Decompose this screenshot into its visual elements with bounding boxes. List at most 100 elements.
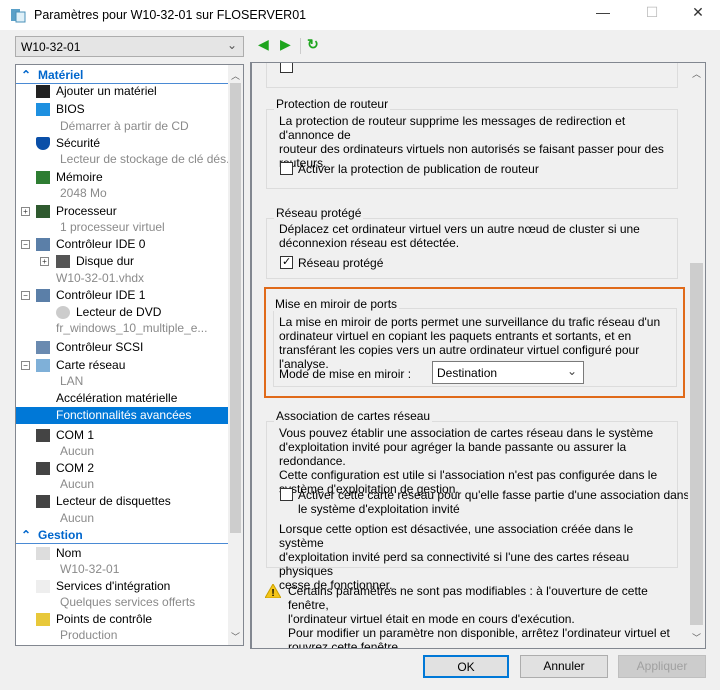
expand-icon[interactable]: +	[21, 207, 30, 216]
tree-item[interactable]: Lecteur de disquettes	[16, 493, 228, 510]
tree-item[interactable]: COM 1	[16, 427, 228, 444]
nic-teaming-checkbox[interactable]	[280, 488, 293, 501]
router-protection-checkbox[interactable]	[280, 162, 293, 175]
tree-item[interactable]: BIOS	[16, 101, 228, 118]
tree-item[interactable]: − Contrôleur IDE 1	[16, 287, 228, 304]
settings-window-icon	[11, 9, 26, 23]
tree-item[interactable]: Sécurité	[16, 135, 228, 152]
tree-item-label: W10-32-01	[60, 562, 120, 576]
shield-icon	[36, 137, 50, 150]
protected-network-checkbox-label[interactable]: Réseau protégé	[298, 256, 383, 270]
tree-item[interactable]: + Processeur	[16, 203, 228, 220]
tree-item[interactable]: Nom	[16, 545, 228, 562]
vm-selector-dropdown[interactable]: W10-32-01 ⌄	[15, 36, 244, 57]
warning-message: Certains paramètres ne sont pas modifiab…	[288, 584, 678, 648]
tree-section-header[interactable]: ⌃ Gestion	[16, 527, 228, 544]
minimize-button[interactable]: —	[588, 4, 618, 24]
collapse-icon[interactable]: ⌃	[21, 67, 31, 84]
text-line: Activer cette carte réseau pour qu'elle …	[298, 488, 690, 502]
tree-item-label: Points de contrôle	[56, 612, 153, 626]
chevron-down-icon: ⌄	[226, 38, 237, 52]
tree-item-label: Aucun	[60, 511, 95, 525]
tree-item[interactable]: Ajouter un matériel	[16, 83, 228, 100]
panel-scrollbar[interactable]: ︿ ﹀	[688, 63, 705, 648]
text-line: routeur des ordinateurs virtuels non aut…	[279, 142, 664, 156]
tree-item[interactable]: Contrôleur SCSI	[16, 339, 228, 356]
title-bar: Paramètres pour W10-32-01 sur FLOSERVER0…	[0, 0, 720, 30]
tree-item-label: Contrôleur SCSI	[56, 340, 144, 354]
tree-item[interactable]: Mémoire	[16, 169, 228, 186]
nic-teaming-checkbox-label[interactable]: Activer cette carte réseau pour qu'elle …	[298, 488, 689, 516]
router-protection-checkbox-label[interactable]: Activer la protection de publication de …	[298, 162, 539, 176]
tree-item[interactable]: − Contrôleur IDE 0	[16, 236, 228, 253]
svg-text:!: !	[271, 588, 274, 598]
partial-checkbox[interactable]	[280, 63, 293, 73]
collapse-icon[interactable]: −	[21, 291, 30, 300]
collapse-icon[interactable]: ⌃	[21, 527, 31, 544]
nic-teaming-note: Lorsque cette option est désactivée, une…	[279, 522, 669, 592]
scroll-down-icon[interactable]: ﹀	[228, 630, 243, 643]
tree-item-label: Matériel	[38, 68, 84, 82]
com-port-icon	[36, 429, 50, 442]
tree-item-label: Sécurité	[56, 136, 101, 150]
tree-item[interactable]: Accélération matérielle	[16, 390, 228, 407]
tree-item[interactable]: Points de contrôle	[16, 611, 228, 628]
tree-section-header[interactable]: ⌃ Matériel	[16, 67, 228, 84]
ok-button[interactable]: OK	[423, 655, 509, 678]
scroll-down-icon[interactable]: ﹀	[688, 631, 705, 644]
tree-item-detail: 1 processeur virtuel	[16, 219, 228, 236]
tree-item-label: Services d'intégration	[56, 579, 171, 593]
apply-button[interactable]: Appliquer	[618, 655, 706, 678]
tree-item-detail: Aucun	[16, 476, 228, 493]
tree-item-label: Ajouter un matériel	[56, 84, 157, 98]
protected-network-description: Déplacez cet ordinateur virtuel vers un …	[279, 222, 669, 250]
close-button[interactable]: ✕	[683, 4, 713, 24]
tree-item-label: LAN	[60, 374, 84, 388]
dvd-icon	[56, 306, 70, 319]
ide-controller-icon	[36, 238, 50, 251]
tree-scroll-thumb[interactable]	[230, 83, 241, 533]
protected-network-checkbox[interactable]	[280, 255, 293, 269]
tree-item-label: Lecteur de stockage de clé dés...	[60, 152, 237, 166]
com-port-icon	[36, 462, 50, 475]
scroll-up-icon[interactable]: ︿	[688, 67, 705, 80]
tree-item-detail: W10-32-01	[16, 561, 228, 578]
tree-item-detail: Lecteur de stockage de clé dés...	[16, 151, 236, 168]
tree-item-detail: Production	[16, 627, 228, 644]
tree-item[interactable]: Fonctionnalités avancées	[16, 407, 228, 424]
collapse-icon[interactable]: −	[21, 361, 30, 370]
scroll-up-icon[interactable]: ︿	[228, 69, 243, 82]
tree-item[interactable]: Services d'intégration	[16, 578, 228, 595]
collapse-icon[interactable]: −	[21, 240, 30, 249]
mirroring-mode-dropdown[interactable]: Destination ⌄	[432, 361, 584, 384]
vm-selector-value: W10-32-01	[21, 40, 81, 54]
tree-item[interactable]: − Carte réseau	[16, 357, 228, 374]
tree-item[interactable]: COM 2	[16, 460, 228, 477]
processor-icon	[36, 205, 50, 218]
tree-item-label: Carte réseau	[56, 358, 126, 372]
tree-item[interactable]: + Disque dur	[16, 253, 228, 270]
panel-scroll-thumb[interactable]	[690, 263, 703, 625]
expand-icon[interactable]: +	[40, 257, 49, 266]
next-icon[interactable]: ▶	[280, 36, 291, 53]
network-adapter-icon	[36, 359, 50, 372]
cancel-button[interactable]: Annuler	[520, 655, 608, 678]
tree-item-label: Gestion	[38, 528, 83, 542]
text-line: La mise en miroir de ports permet une su…	[279, 315, 661, 329]
tree-scrollbar[interactable]: ︿ ﹀	[228, 65, 243, 645]
tree-item[interactable]: Lecteur de DVD	[16, 304, 228, 321]
warning-icon: !	[265, 584, 281, 598]
tree-item-label: Processeur	[56, 204, 117, 218]
tree-item-label: Accélération matérielle	[56, 391, 178, 405]
tree-item-detail: LAN	[16, 373, 228, 390]
bios-icon	[36, 103, 50, 116]
previous-icon[interactable]: ◀	[258, 36, 269, 53]
tree-item-label: Contrôleur IDE 0	[56, 237, 146, 251]
refresh-icon[interactable]: ↻	[307, 36, 319, 53]
maximize-button[interactable]: ☐	[637, 4, 667, 24]
chevron-down-icon: ⌄	[566, 364, 577, 378]
tree-item-detail: Aucun	[16, 443, 228, 460]
add-hardware-icon	[36, 85, 50, 98]
tree-item-label: 1 processeur virtuel	[60, 220, 165, 234]
previous-group-box	[266, 63, 678, 88]
